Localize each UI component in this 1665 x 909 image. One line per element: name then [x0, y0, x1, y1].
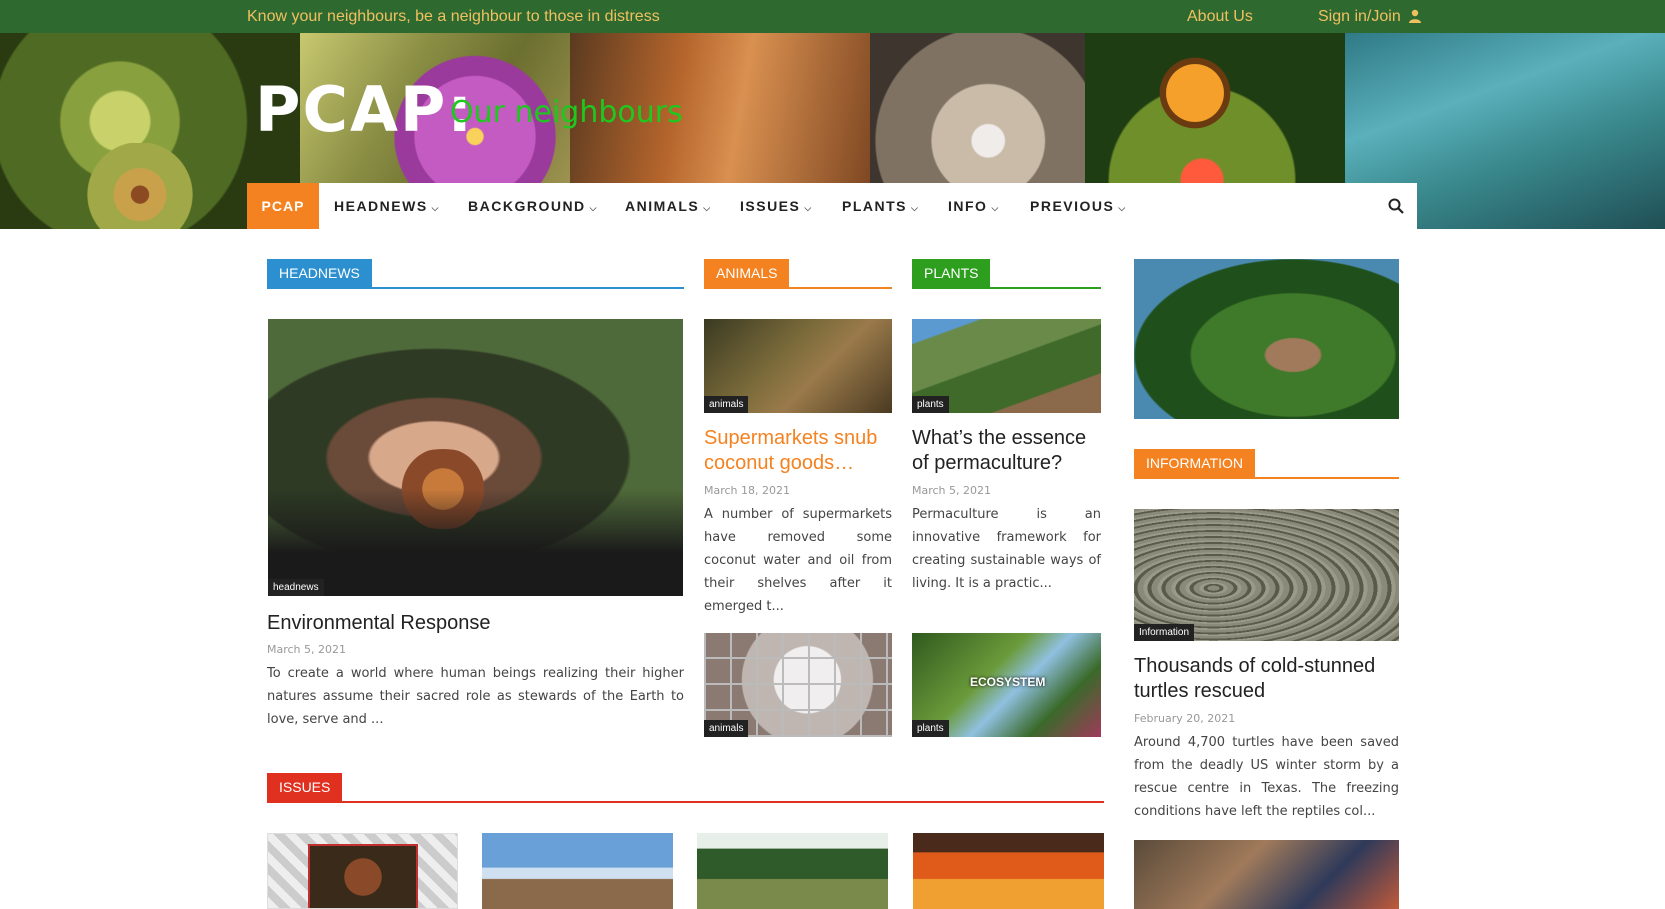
- nav-item-label: INFO: [948, 198, 988, 214]
- section-label[interactable]: HEADNEWS: [267, 259, 372, 287]
- post-date: March 18, 2021: [704, 484, 791, 497]
- nav-item-info[interactable]: INFO ⌵: [948, 183, 1000, 229]
- issues-image-1-detail: [308, 844, 418, 908]
- nav-item-label: ANIMALS: [625, 198, 700, 214]
- site-logo[interactable]: PCAP:: [255, 73, 474, 146]
- section-label[interactable]: PLANTS: [912, 259, 991, 287]
- chevron-down-icon: ⌵: [1118, 203, 1127, 213]
- user-icon: [1409, 9, 1422, 23]
- category-tag[interactable]: plants: [912, 720, 949, 737]
- section-animals: ANIMALS: [704, 259, 892, 289]
- post-title[interactable]: Thousands of cold-stunned turtles rescue…: [1134, 654, 1399, 704]
- section-plants: PLANTS: [912, 259, 1101, 289]
- animals-post-image[interactable]: animals: [704, 319, 892, 413]
- category-tag[interactable]: Information: [1134, 624, 1195, 641]
- nav-item-animals[interactable]: ANIMALS ⌵: [625, 183, 712, 229]
- post-title[interactable]: What’s the essence of permaculture?: [912, 426, 1101, 476]
- chevron-down-icon: ⌵: [804, 203, 813, 213]
- banner-butterfly-image: [1150, 48, 1240, 138]
- main-nav: PCAP HEADNEWS ⌵ BACKGROUND ⌵ ANIMALS ⌵ ISSU…: [247, 183, 1417, 229]
- headnews-image-shade: [268, 489, 683, 596]
- animals-post-image-2[interactable]: animals: [704, 633, 892, 737]
- site-logo-subtitle: Our neighbours: [450, 95, 683, 130]
- post-date: March 5, 2021: [912, 484, 992, 497]
- section-label[interactable]: ISSUES: [267, 773, 343, 801]
- chevron-down-icon: ⌵: [703, 203, 712, 213]
- site-tagline: Know your neighbours, be a neighbour to …: [247, 8, 660, 25]
- section-headnews: HEADNEWS: [267, 259, 684, 289]
- sidebar-jungle-image[interactable]: [1134, 259, 1399, 419]
- headnews-image[interactable]: headnews: [268, 319, 683, 596]
- post-excerpt: A number of supermarkets have removed so…: [704, 507, 892, 614]
- nav-home[interactable]: PCAP: [247, 183, 319, 229]
- section-information: INFORMATION: [1134, 449, 1399, 479]
- top-bar: Know your neighbours, be a neighbour to …: [0, 0, 1665, 33]
- issues-post-image-2[interactable]: [482, 833, 673, 909]
- plants-post-image[interactable]: plants: [912, 319, 1101, 413]
- category-tag[interactable]: animals: [704, 396, 749, 413]
- category-tag[interactable]: headnews: [268, 579, 324, 596]
- chevron-down-icon: ⌵: [991, 203, 1000, 213]
- issues-post-image-4[interactable]: [913, 833, 1104, 909]
- issues-post-image-1[interactable]: [267, 833, 458, 909]
- post-excerpt: Permaculture is an innovative framework …: [912, 507, 1101, 591]
- section-label[interactable]: ANIMALS: [704, 259, 790, 287]
- nav-item-issues[interactable]: ISSUES ⌵: [740, 183, 813, 229]
- banner-cactus-detail: [70, 143, 210, 229]
- post-date: March 5, 2021: [267, 643, 347, 656]
- search-icon[interactable]: [1387, 197, 1405, 215]
- nav-item-label: PREVIOUS: [1030, 198, 1115, 214]
- issues-post-image-3[interactable]: [697, 833, 888, 909]
- nav-item-label: BACKGROUND: [468, 198, 586, 214]
- sign-in-label: Sign in/Join: [1318, 8, 1401, 25]
- nav-item-plants[interactable]: PLANTS ⌵: [842, 183, 919, 229]
- about-us-link[interactable]: About Us: [1187, 8, 1253, 26]
- chevron-down-icon: ⌵: [589, 203, 598, 213]
- plants-post-image-2[interactable]: ECOSYSTEM plants: [912, 633, 1101, 737]
- post-title[interactable]: Supermarkets snub coconut goods…: [704, 426, 892, 476]
- information-post-image-2[interactable]: [1134, 840, 1399, 909]
- category-tag[interactable]: animals: [704, 720, 749, 737]
- ecosystem-overlay-text: ECOSYSTEM: [970, 675, 1046, 689]
- category-tag[interactable]: plants: [912, 396, 949, 413]
- nav-item-label: ISSUES: [740, 198, 801, 214]
- post-date: February 20, 2021: [1134, 712, 1236, 725]
- information-post-image[interactable]: Information: [1134, 509, 1399, 641]
- post-title[interactable]: Environmental Response: [267, 611, 684, 636]
- nav-item-label: PLANTS: [842, 198, 907, 214]
- nav-item-headnews[interactable]: HEADNEWS ⌵: [334, 183, 440, 229]
- sign-in-link[interactable]: Sign in/Join: [1318, 8, 1422, 26]
- section-label[interactable]: INFORMATION: [1134, 449, 1255, 477]
- chevron-down-icon: ⌵: [911, 203, 920, 213]
- post-excerpt: Around 4,700 turtles have been saved fro…: [1134, 735, 1399, 819]
- section-issues: ISSUES: [267, 773, 1104, 803]
- nav-item-previous[interactable]: PREVIOUS ⌵: [1030, 183, 1127, 229]
- post-excerpt: To create a world where human beings rea…: [267, 666, 684, 727]
- nav-item-label: HEADNEWS: [334, 198, 428, 214]
- chevron-down-icon: ⌵: [431, 203, 440, 213]
- nav-item-background[interactable]: BACKGROUND ⌵: [468, 183, 598, 229]
